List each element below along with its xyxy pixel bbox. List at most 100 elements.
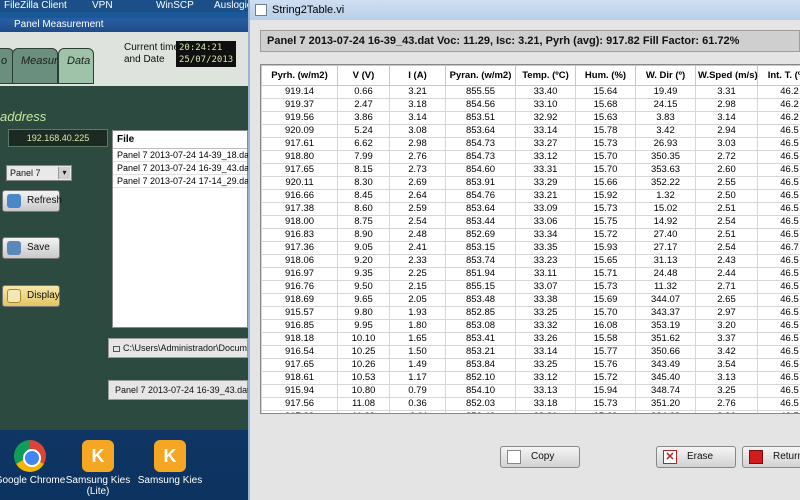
- table-cell[interactable]: 33.25: [515, 358, 576, 372]
- table-cell[interactable]: 46.2: [757, 111, 800, 125]
- table-cell[interactable]: 33.35: [515, 241, 576, 255]
- table-cell[interactable]: 33.11: [515, 267, 576, 281]
- table-row[interactable]: 916.76 9.50 2.15 855.15 33.07 15.73 11.32 2.71 4…: [261, 280, 800, 294]
- table-cell[interactable]: 3.13: [695, 371, 758, 385]
- table-cell[interactable]: 46.5: [757, 319, 800, 333]
- table-cell[interactable]: 915.57: [261, 306, 338, 320]
- table-cell[interactable]: 3.18: [389, 98, 446, 112]
- table-row[interactable]: 919.56 3.86 3.14 853.51 32.92 15.63 3.83 3.14 46…: [261, 111, 800, 125]
- table-row[interactable]: 917.3811.29-0.01852.4633.2115.60334.632.…: [261, 410, 800, 413]
- table-cell[interactable]: 918.06: [261, 254, 338, 268]
- table-cell[interactable]: 852.46: [445, 410, 516, 413]
- table-cell[interactable]: 343.49: [635, 358, 696, 372]
- column-header[interactable]: V (V): [337, 65, 390, 86]
- table-cell[interactable]: 15.70: [575, 163, 636, 177]
- table-cell[interactable]: 46.5: [757, 358, 800, 372]
- column-header[interactable]: W. Dir (º): [635, 65, 696, 86]
- file-list-item[interactable]: Panel 7 2013-07-24 14-39_18.dat: [113, 149, 252, 162]
- table-cell[interactable]: 917.38: [261, 410, 338, 413]
- table-row[interactable]: 918.00 8.75 2.54 853.44 33.06 15.75 14.92 2.54 4…: [261, 215, 800, 229]
- table-row[interactable]: 920.11 8.30 2.69 853.91 33.29 15.66 352.22 2.55…: [261, 176, 800, 190]
- table-cell[interactable]: 0.79: [389, 384, 446, 398]
- table-cell[interactable]: 46.5: [757, 267, 800, 281]
- table-cell[interactable]: 33.29: [515, 176, 576, 190]
- table-cell[interactable]: 8.75: [337, 215, 390, 229]
- window-titlebar[interactable]: String2Table.vi: [250, 0, 800, 20]
- table-cell[interactable]: 2.97: [695, 306, 758, 320]
- table-cell[interactable]: 15.58: [575, 332, 636, 346]
- table-cell[interactable]: 2.25: [389, 267, 446, 281]
- table-cell[interactable]: 9.20: [337, 254, 390, 268]
- table-cell[interactable]: 2.44: [695, 267, 758, 281]
- vpn-shortcut[interactable]: VPN: [92, 0, 113, 11]
- table-cell[interactable]: 916.97: [261, 267, 338, 281]
- table-cell[interactable]: 853.48: [445, 293, 516, 307]
- table-cell[interactable]: 345.40: [635, 371, 696, 385]
- column-header[interactable]: I (A): [389, 65, 446, 86]
- table-cell[interactable]: 851.94: [445, 267, 516, 281]
- table-cell[interactable]: 33.07: [515, 280, 576, 294]
- table-cell[interactable]: 46.5: [757, 371, 800, 385]
- table-cell[interactable]: 852.85: [445, 306, 516, 320]
- table-cell[interactable]: 920.09: [261, 124, 338, 138]
- table-cell[interactable]: 917.56: [261, 397, 338, 411]
- table-cell[interactable]: 33.27: [515, 137, 576, 151]
- table-row[interactable]: 918.06 9.20 2.33 853.74 33.23 15.65 31.13 2.43 4…: [261, 254, 800, 268]
- desktop-icon-kies-lite[interactable]: K Samsung Kies (Lite): [58, 440, 138, 497]
- table-cell[interactable]: 15.73: [575, 280, 636, 294]
- table-cell[interactable]: 853.74: [445, 254, 516, 268]
- table-row[interactable]: 919.14 0.66 3.21 855.55 33.40 15.64 19.49 3.31 4…: [261, 85, 800, 99]
- table-cell[interactable]: 854.10: [445, 384, 516, 398]
- table-row[interactable]: 915.94 10.80 0.79 854.10 33.13 15.94 348.74 3.2…: [261, 384, 800, 398]
- table-cell[interactable]: 855.55: [445, 85, 516, 99]
- table-cell[interactable]: 2.41: [389, 241, 446, 255]
- desktop-icon-kies[interactable]: K Samsung Kies: [130, 440, 210, 486]
- table-cell[interactable]: 918.61: [261, 371, 338, 385]
- path-field[interactable]: C:\Users\Administrador\Docume: [108, 338, 248, 358]
- table-cell[interactable]: 353.19: [635, 319, 696, 333]
- table-cell[interactable]: 46.7: [757, 241, 800, 255]
- table-row[interactable]: 920.09 5.24 3.08 853.64 33.14 15.78 3.42 2.94 46…: [261, 124, 800, 138]
- table-cell[interactable]: 46.5: [757, 202, 800, 216]
- table-cell[interactable]: 1.80: [389, 319, 446, 333]
- file-list-item[interactable]: Panel 7 2013-07-24 17-14_29.dat: [113, 175, 252, 188]
- table-cell[interactable]: 915.94: [261, 384, 338, 398]
- table-cell[interactable]: 3.14: [695, 111, 758, 125]
- table-cell[interactable]: 33.10: [515, 98, 576, 112]
- table-cell[interactable]: 46.5: [757, 306, 800, 320]
- table-cell[interactable]: 2.51: [695, 202, 758, 216]
- table-cell[interactable]: 853.21: [445, 345, 516, 359]
- table-cell[interactable]: 2.48: [389, 228, 446, 242]
- table-cell[interactable]: 10.80: [337, 384, 390, 398]
- table-cell[interactable]: 15.68: [575, 98, 636, 112]
- table-cell[interactable]: 3.31: [695, 85, 758, 99]
- save-button[interactable]: Save: [2, 237, 60, 259]
- table-cell[interactable]: 2.71: [695, 280, 758, 294]
- table-cell[interactable]: -0.01: [389, 410, 446, 413]
- table-cell[interactable]: 2.47: [337, 98, 390, 112]
- table-cell[interactable]: 916.54: [261, 345, 338, 359]
- table-cell[interactable]: 2.64: [389, 189, 446, 203]
- table-cell[interactable]: 24.48: [635, 267, 696, 281]
- table-cell[interactable]: 15.73: [575, 137, 636, 151]
- table-cell[interactable]: 916.76: [261, 280, 338, 294]
- table-cell[interactable]: 33.34: [515, 228, 576, 242]
- table-cell[interactable]: 2.15: [389, 280, 446, 294]
- table-row[interactable]: 917.56 11.08 0.36 852.03 33.18 15.73 351.20 2.7…: [261, 397, 800, 411]
- table-cell[interactable]: 8.60: [337, 202, 390, 216]
- table-cell[interactable]: 15.75: [575, 215, 636, 229]
- data-table[interactable]: Pyrh. (w/m2) V (V) I (A) Pyran. (w/m2) Temp.…: [260, 64, 800, 414]
- table-row[interactable]: 916.97 9.35 2.25 851.94 33.11 15.71 24.48 2.44 4…: [261, 267, 800, 281]
- table-cell[interactable]: 10.26: [337, 358, 390, 372]
- table-cell[interactable]: 33.14: [515, 345, 576, 359]
- table-cell[interactable]: 15.02: [635, 202, 696, 216]
- table-cell[interactable]: 46.2: [757, 98, 800, 112]
- table-cell[interactable]: 46.5: [757, 280, 800, 294]
- table-row[interactable]: 917.38 8.60 2.59 853.64 33.09 15.73 15.02 2.51 4…: [261, 202, 800, 216]
- table-cell[interactable]: 33.12: [515, 150, 576, 164]
- filezilla-shortcut[interactable]: FileZilla Client: [4, 0, 67, 11]
- table-cell[interactable]: 2.76: [695, 397, 758, 411]
- display-button[interactable]: Display: [2, 285, 60, 307]
- table-cell[interactable]: 15.64: [575, 85, 636, 99]
- table-cell[interactable]: 33.32: [515, 319, 576, 333]
